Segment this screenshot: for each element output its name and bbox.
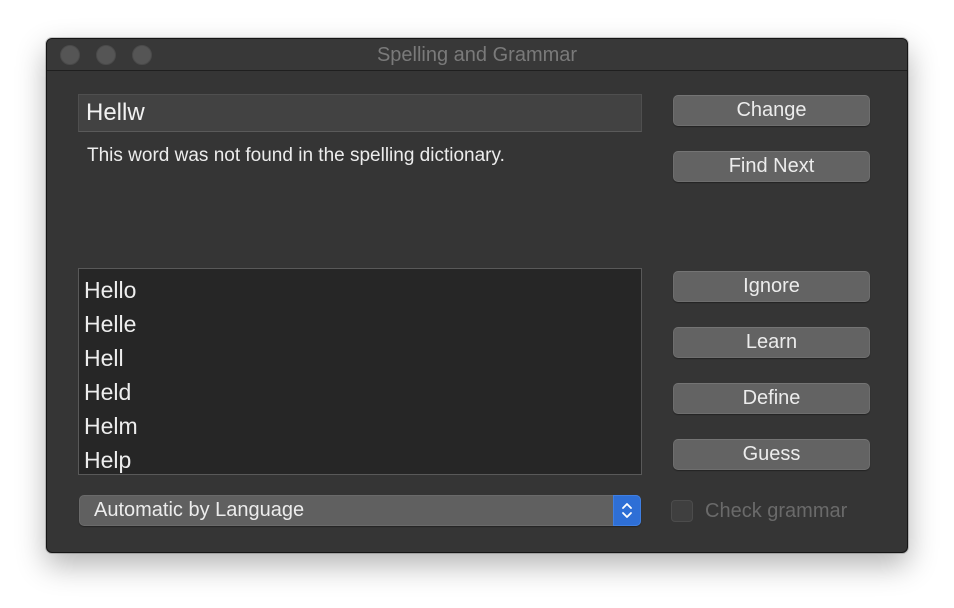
chevron-up-down-icon — [613, 495, 641, 526]
check-grammar-label: Check grammar — [705, 500, 848, 522]
guesses-list[interactable]: Hello Helle Hell Held Helm Help — [78, 268, 642, 475]
list-item[interactable]: Helm — [79, 409, 641, 443]
spelling-grammar-window: Spelling and Grammar Hellw This word was… — [46, 38, 908, 553]
define-button[interactable]: Define — [673, 383, 870, 414]
language-popup[interactable]: Automatic by Language — [79, 495, 641, 526]
list-item[interactable]: Help — [79, 443, 641, 477]
ignore-button[interactable]: Ignore — [673, 271, 870, 302]
language-popup-label: Automatic by Language — [94, 499, 305, 521]
learn-button[interactable]: Learn — [673, 327, 870, 358]
check-grammar-checkbox[interactable] — [671, 500, 693, 522]
change-button[interactable]: Change — [673, 95, 870, 126]
status-message: This word was not found in the spelling … — [87, 145, 505, 166]
misspelled-word-field[interactable]: Hellw — [78, 94, 642, 132]
list-item[interactable]: Hello — [79, 273, 641, 307]
list-item[interactable]: Helle — [79, 307, 641, 341]
guess-button[interactable]: Guess — [673, 439, 870, 470]
window-title: Spelling and Grammar — [376, 44, 578, 66]
title-bar[interactable]: Spelling and Grammar — [47, 39, 907, 71]
list-item[interactable]: Held — [79, 375, 641, 409]
find-next-button[interactable]: Find Next — [673, 151, 870, 182]
list-item[interactable]: Hell — [79, 341, 641, 375]
